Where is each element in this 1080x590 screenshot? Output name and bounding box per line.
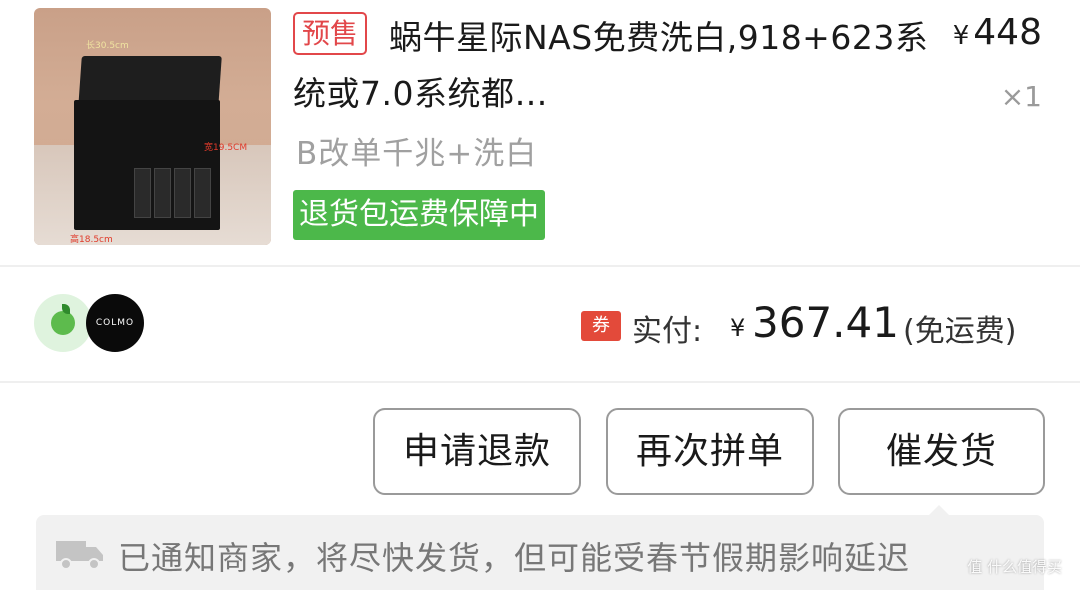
drive-bay [154,168,171,218]
paid-label: 实付: [632,314,703,349]
leaf-icon [62,304,70,314]
drive-bay [194,168,211,218]
drive-bay [134,168,151,218]
shipping-notice: 已通知商家，将尽快发货，但可能受春节假期影响延迟 [36,515,1044,590]
order-card: 长30.5cm 宽19.5CM 高18.5cm 蜗牛星际NAS免费洗白,918+… [0,0,1080,590]
image-dimension-depth: 高18.5cm [70,235,113,245]
request-refund-button[interactable]: 申请退款 [373,408,581,495]
return-shipping-guarantee-badge[interactable]: 退货包运费保障中 [293,190,545,240]
price-currency: ¥ [952,21,970,51]
site-watermark: 值 什么值得买 [967,558,1062,576]
image-dimension-top: 长30.5cm [86,41,129,51]
apple-icon [51,311,75,335]
shop-logo-apple-icon [34,294,92,352]
product-thumbnail[interactable]: 长30.5cm 宽19.5CM 高18.5cm [34,8,271,245]
product-quantity: ×1 [1000,80,1042,113]
shipping-notice-text: 已通知商家，将尽快发货，但可能受春节假期影响延迟 [118,539,911,577]
coupon-icon[interactable]: 券 [581,311,621,341]
drive-bay [174,168,191,218]
divider [0,265,1080,267]
truck-icon [56,541,103,570]
brand-logo: COLMO [86,294,144,352]
product-variant: B改单千兆+洗白 [296,136,538,172]
reorder-button[interactable]: 再次拼单 [606,408,814,495]
paid-amount: 367.41 [752,298,899,347]
product-price: ¥448 [953,12,1042,53]
paid-currency: ¥ [730,314,746,342]
price-value: 448 [973,12,1042,53]
presale-badge: 预售 [293,12,368,55]
product-title[interactable]: 蜗牛星际NAS免费洗白,918+623系统或7.0系统都… [293,10,933,122]
shipping-note: (免运费) [903,314,1017,349]
urge-shipment-button[interactable]: 催发货 [838,408,1045,495]
divider [0,381,1080,383]
image-dimension-width: 宽19.5CM [204,143,248,153]
